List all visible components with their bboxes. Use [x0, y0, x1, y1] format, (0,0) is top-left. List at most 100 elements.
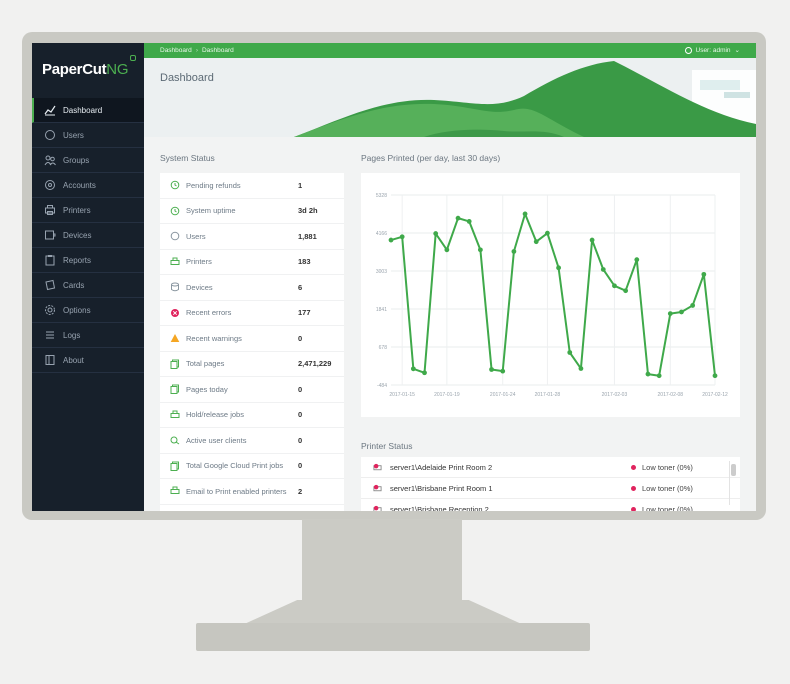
data-point — [634, 257, 640, 263]
sidebar-item-devices[interactable]: Devices — [32, 223, 144, 248]
gear-icon — [45, 305, 55, 315]
pages-printed-line — [390, 212, 716, 377]
sidebar-item-label: Options — [63, 305, 91, 315]
scrollbar-thumb[interactable] — [731, 464, 736, 476]
data-point — [679, 309, 684, 315]
status-label: Total Google Cloud Print jobs — [186, 461, 284, 471]
device-icon — [45, 230, 56, 240]
sidebar: PaperCutNG Dashboard Users Groups Accounts P… — [32, 43, 144, 511]
data-point — [466, 219, 472, 224]
chart-line-icon — [44, 105, 56, 116]
printer-icon — [170, 257, 180, 267]
sidebar-item-accounts[interactable]: Accounts — [32, 173, 144, 198]
logo-main: PaperCut — [42, 61, 107, 78]
status-dot-icon — [631, 485, 636, 491]
dashboard-banner: Dashboard — [144, 58, 756, 137]
status-row: Active user clients 0 — [160, 428, 344, 454]
sidebar-item-users[interactable]: Users — [32, 123, 144, 148]
status-row: Recent errors 177 — [160, 301, 344, 326]
status-value: 0 — [298, 461, 303, 471]
data-point — [556, 265, 561, 271]
printer-status-text: Low toner (0%) — [642, 483, 693, 493]
status-value: 0 — [298, 333, 303, 343]
data-point — [690, 303, 696, 308]
data-point — [444, 247, 450, 253]
data-point — [388, 237, 394, 243]
data-point — [612, 283, 617, 289]
clock-icon — [170, 180, 180, 190]
status-label: Pages today — [186, 384, 228, 394]
y-tick-label: 1841 — [376, 307, 387, 313]
data-point — [667, 311, 673, 317]
card-icon — [45, 279, 56, 291]
pages-icon — [170, 359, 180, 369]
status-row: Email to Print enabled printers 2 — [160, 479, 344, 505]
status-row: Total Google Cloud Print jobs 0 — [160, 454, 344, 479]
status-label: Users — [186, 231, 206, 241]
chart-title: Pages Printed (per day, last 30 days) — [361, 153, 501, 163]
pages-icon — [170, 384, 180, 395]
printer-status-scrollbar[interactable] — [729, 461, 736, 505]
status-label: Hold/release jobs — [186, 410, 244, 420]
data-point — [623, 288, 629, 294]
status-label: Devices — [186, 282, 213, 292]
sidebar-item-dashboard[interactable]: Dashboard — [32, 98, 144, 123]
data-point — [545, 230, 550, 236]
data-point — [422, 370, 427, 376]
data-point — [477, 247, 483, 253]
papercut-logo[interactable]: PaperCutNG — [42, 55, 137, 78]
pages-printed-card: 5328 4166 3003 1841 678 -484 2017-01-15 2017-01… — [361, 173, 740, 417]
sidebar-item-logs[interactable]: Logs — [32, 323, 144, 348]
sidebar-item-cards[interactable]: Cards — [32, 273, 144, 298]
pages-icon — [170, 461, 180, 471]
printer-status-row[interactable]: server1\Adelaide Print Room 2 Low toner (… — [361, 457, 740, 478]
book-icon — [45, 355, 55, 365]
printer-name: server1\Adelaide Print Room 2 — [390, 462, 493, 472]
sidebar-item-reports[interactable]: Reports — [32, 248, 144, 273]
data-point — [455, 215, 461, 221]
system-status-card: Pending refunds 1 System uptime 3d 2h Users 1… — [160, 173, 344, 511]
status-row: Printers 183 — [160, 250, 344, 275]
coin-icon — [45, 180, 55, 190]
user-icon — [45, 130, 55, 140]
sidebar-item-label: Reports — [63, 255, 92, 265]
printer-status-text: Low toner (0%) — [642, 504, 693, 512]
sidebar-item-about[interactable]: About — [32, 348, 144, 373]
logo-suffix: NG — [106, 61, 129, 78]
data-point — [500, 368, 506, 374]
leaf-icon — [130, 55, 137, 61]
printer-name: server1\Brisbane Print Room 1 — [390, 483, 493, 493]
printer-status-text: Low toner (0%) — [642, 462, 693, 472]
sidebar-item-label: Printers — [63, 205, 91, 215]
data-point — [533, 239, 539, 245]
status-label: Pending refunds — [186, 180, 241, 190]
status-row: Devices 6 — [160, 275, 344, 301]
status-row: Pending refunds 1 — [160, 173, 344, 199]
status-label: Recent warnings — [186, 333, 242, 343]
status-value: 0 — [298, 410, 303, 420]
status-value: 0 — [298, 435, 303, 445]
data-point — [410, 366, 416, 372]
status-label: Total pages — [186, 359, 225, 369]
breadcrumb-root[interactable]: Dashboard — [160, 47, 192, 54]
printer-status-row[interactable]: server1\Brisbane Print Room 1 Low toner (… — [361, 478, 740, 499]
user-menu[interactable]: User: admin ⌄ — [684, 46, 740, 54]
data-point — [399, 234, 405, 240]
printer-status: Low toner (0%) — [631, 463, 693, 472]
sidebar-item-label: Cards — [63, 280, 85, 290]
sidebar-item-printers[interactable]: Printers — [32, 198, 144, 223]
printer-status-row[interactable]: server1\Brisbane Reception 2 Low toner (0… — [361, 499, 740, 511]
data-point — [712, 373, 718, 379]
status-label: Printers — [186, 257, 212, 267]
data-point — [589, 237, 595, 243]
group-icon — [44, 155, 56, 166]
chevron-down-icon: ⌄ — [734, 47, 740, 54]
sidebar-item-groups[interactable]: Groups — [32, 148, 144, 173]
user-label: User: admin — [695, 46, 731, 54]
error-icon — [170, 308, 180, 318]
x-tick-label: 2017-02-08 — [658, 392, 684, 398]
sidebar-item-options[interactable]: Options — [32, 298, 144, 323]
system-status-title: System Status — [160, 153, 215, 163]
data-point — [656, 373, 662, 379]
printer-error-icon — [373, 463, 382, 470]
